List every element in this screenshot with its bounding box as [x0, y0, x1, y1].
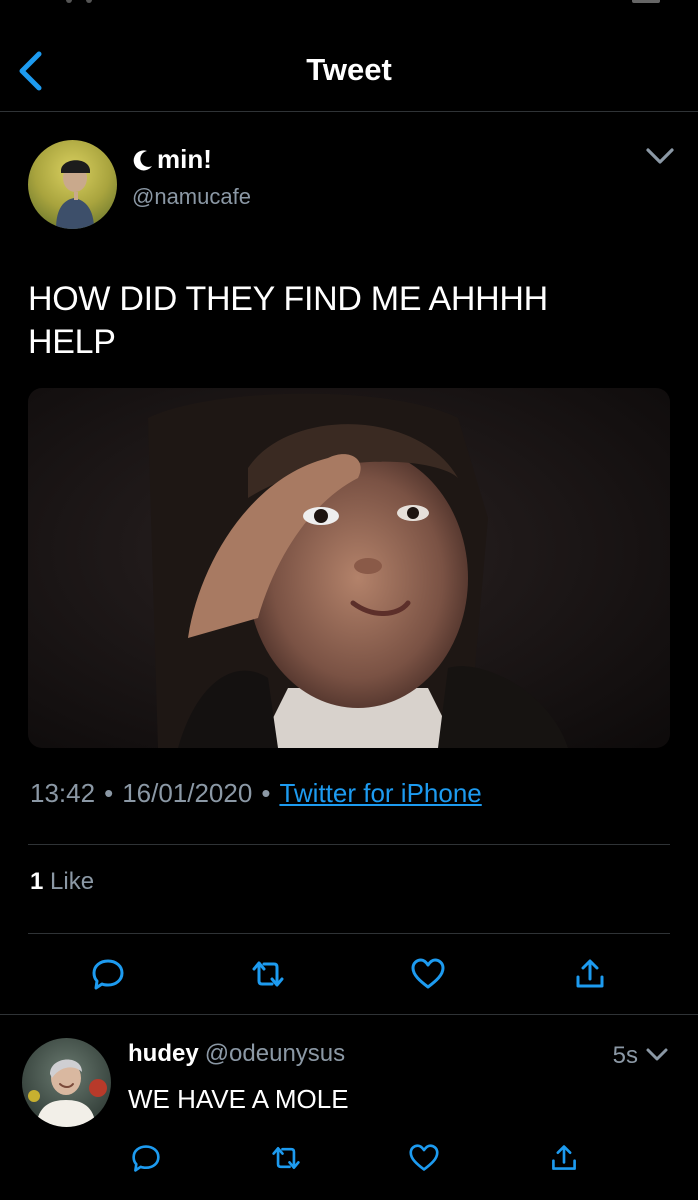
header: Tweet: [0, 30, 698, 112]
reply-text: WE HAVE A MOLE: [128, 1084, 349, 1114]
retweet-icon: [252, 961, 284, 987]
likes-count[interactable]: 1 Like: [30, 868, 94, 896]
share-icon: [576, 959, 604, 988]
tweet-options-button[interactable]: [642, 140, 678, 172]
divider: [28, 933, 670, 934]
reply-timestamp: 5s: [612, 1042, 638, 1069]
reply-like-button[interactable]: [404, 1138, 444, 1178]
reply-reply-button[interactable]: [126, 1138, 166, 1178]
divider: [28, 844, 670, 845]
chevron-down-icon: [646, 1048, 668, 1061]
like-count-label: Like: [50, 868, 95, 895]
reply-options-button[interactable]: [642, 1040, 672, 1070]
reply-share-button[interactable]: [544, 1138, 584, 1178]
page-title: Tweet: [306, 52, 392, 87]
author-name-label: min!: [157, 144, 212, 174]
like-button[interactable]: [406, 952, 450, 996]
tweet-date: 16/01/2020: [122, 778, 253, 808]
meta-separator: •: [261, 778, 271, 808]
reply-icon: [132, 1145, 160, 1172]
tweet-source-link[interactable]: Twitter for iPhone: [279, 778, 481, 809]
status-indicator: [66, 0, 72, 3]
tweet-meta: 13:42 • 16/01/2020 • Twitter for iPhone: [30, 778, 482, 809]
tweet-text-line: HELP: [28, 323, 116, 361]
crescent-moon-icon: [133, 149, 152, 170]
reply-button[interactable]: [86, 952, 130, 996]
reply-author-handle[interactable]: @odeunysus: [205, 1040, 345, 1067]
tweet-actions: [0, 952, 698, 998]
tweet-media-image[interactable]: [28, 388, 670, 748]
reply-author-name[interactable]: hudey: [128, 1040, 199, 1067]
chevron-down-icon: [646, 148, 674, 164]
reply-author: hudey @odeunysus: [128, 1040, 345, 1068]
share-icon: [552, 1145, 576, 1170]
status-indicator: [86, 0, 92, 3]
tweet-author: min! @namucafe: [28, 138, 678, 230]
reply-icon: [92, 959, 124, 990]
reply-tweet[interactable]: hudey @odeunysus 5s WE HAVE A MOLE: [0, 1030, 698, 1200]
like-icon: [411, 958, 445, 989]
tweet-text: HOW DID THEY FIND ME AHHHH HELP: [28, 278, 668, 364]
tweet-time: 13:42: [30, 778, 96, 808]
share-button[interactable]: [568, 952, 612, 996]
author-name[interactable]: min!: [132, 144, 212, 175]
like-count-value: 1: [30, 868, 44, 895]
author-avatar[interactable]: [28, 140, 117, 229]
author-handle[interactable]: @namucafe: [132, 184, 251, 210]
reply-retweet-button[interactable]: [266, 1138, 306, 1178]
battery-indicator: [632, 0, 660, 3]
status-bar: [0, 0, 698, 10]
like-icon: [409, 1144, 439, 1171]
divider: [0, 1014, 698, 1015]
retweet-button[interactable]: [246, 952, 290, 996]
retweet-icon: [272, 1146, 300, 1170]
reply-avatar[interactable]: [22, 1038, 111, 1127]
tweet-text-line: HOW DID THEY FIND ME AHHHH: [28, 280, 548, 318]
meta-separator: •: [104, 778, 114, 808]
